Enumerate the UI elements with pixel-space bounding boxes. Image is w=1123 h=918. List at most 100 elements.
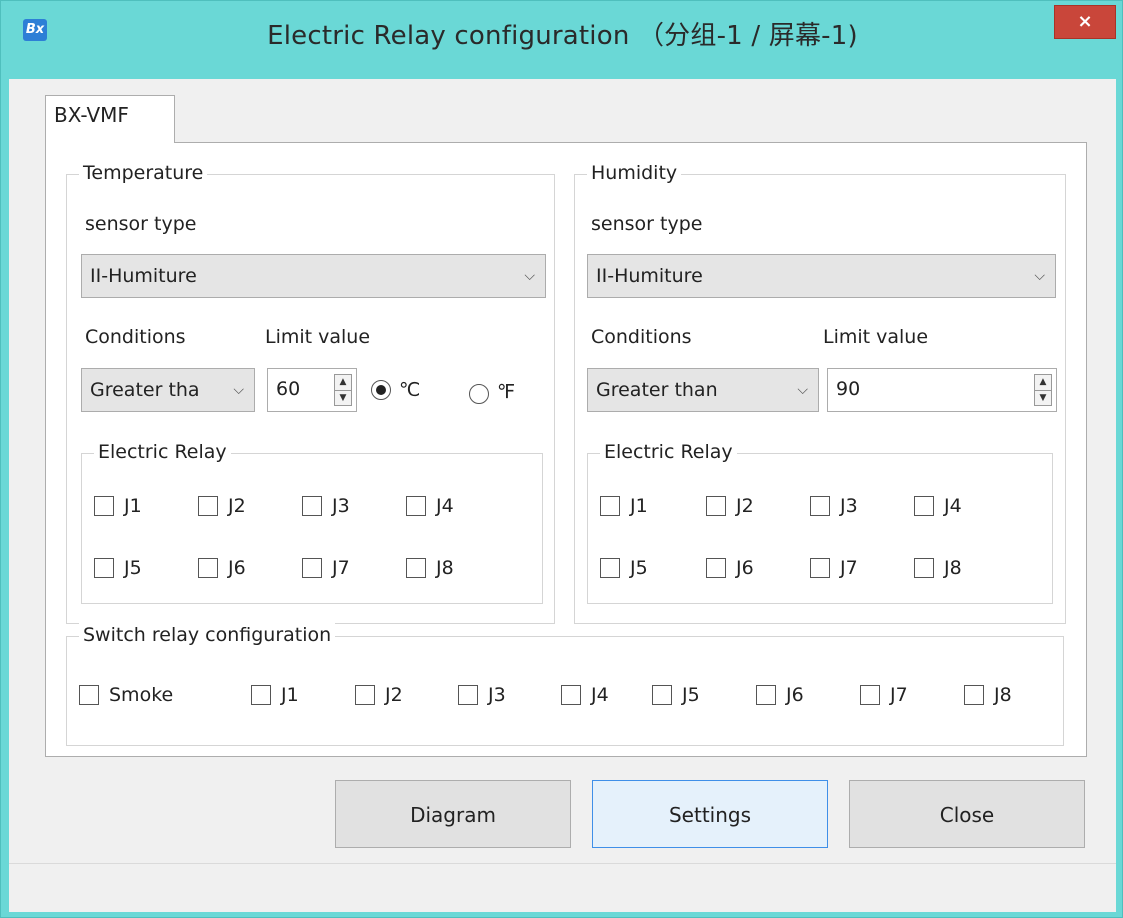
checkbox-box[interactable] [458, 685, 478, 705]
checkbox-box[interactable] [914, 558, 934, 578]
temp-relay-j3-checkbox[interactable]: J3 [302, 494, 350, 518]
temp-relay-j1-checkbox[interactable]: J1 [94, 494, 142, 518]
checkbox-box[interactable] [302, 558, 322, 578]
temp-conditions-select[interactable]: Greater tha ⌵ [81, 368, 255, 412]
temperature-group-title: Temperature [79, 160, 208, 186]
checkbox-box[interactable] [652, 685, 672, 705]
switch-j6-checkbox[interactable]: J6 [756, 683, 804, 707]
checkbox-box[interactable] [406, 558, 426, 578]
hum-relay-j8-checkbox[interactable]: J8 [914, 556, 962, 580]
hum-relay-group: Electric Relay J1 J2 J3 J4 J5 J6 J7 J8 [587, 439, 1053, 604]
checkbox-label: J4 [436, 495, 454, 517]
switch-j2-checkbox[interactable]: J2 [355, 683, 403, 707]
title-bar[interactable]: Bx Electric Relay configuration （分组-1 / … [1, 1, 1123, 79]
hum-relay-j4-checkbox[interactable]: J4 [914, 494, 962, 518]
close-window-button[interactable]: × [1054, 5, 1116, 39]
checkbox-box[interactable] [198, 558, 218, 578]
checkbox-box[interactable] [561, 685, 581, 705]
hum-conditions-select[interactable]: Greater than ⌵ [587, 368, 819, 412]
celsius-radio[interactable] [371, 380, 391, 400]
window-title: Electric Relay configuration （分组-1 / 屏幕-… [267, 21, 858, 51]
spin-down-icon[interactable]: ▼ [1035, 390, 1051, 406]
hum-relay-j2-checkbox[interactable]: J2 [706, 494, 754, 518]
temp-sensor-type-select[interactable]: II-Humiture ⌵ [81, 254, 546, 298]
temp-sensor-type-value: II-Humiture [90, 265, 197, 287]
temp-limit-spinbox[interactable]: 60 ▲ ▼ [267, 368, 357, 412]
switch-j8-checkbox[interactable]: J8 [964, 683, 1012, 707]
hum-limit-spinbox[interactable]: 90 ▲ ▼ [827, 368, 1057, 412]
temp-relay-j6-checkbox[interactable]: J6 [198, 556, 246, 580]
hum-relay-j7-checkbox[interactable]: J7 [810, 556, 858, 580]
checkbox-box[interactable] [198, 496, 218, 516]
settings-button[interactable]: Settings [592, 780, 828, 848]
temp-relay-j8-checkbox[interactable]: J8 [406, 556, 454, 580]
dialog-window: Bx Electric Relay configuration （分组-1 / … [0, 0, 1123, 918]
checkbox-box[interactable] [964, 685, 984, 705]
temperature-group: Temperature sensor type II-Humiture ⌵ Co… [66, 160, 555, 624]
spin-up-icon[interactable]: ▲ [335, 375, 351, 390]
tab-bx-vmf[interactable]: BX-VMF [45, 95, 175, 143]
checkbox-label: J2 [385, 684, 403, 706]
switch-relay-group-title: Switch relay configuration [79, 622, 336, 648]
hum-sensor-type-select[interactable]: II-Humiture ⌵ [587, 254, 1056, 298]
hum-conditions-label: Conditions [591, 326, 692, 348]
checkbox-label: J8 [944, 557, 962, 579]
switch-j4-checkbox[interactable]: J4 [561, 683, 609, 707]
checkbox-box[interactable] [706, 558, 726, 578]
spin-up-icon[interactable]: ▲ [1035, 375, 1051, 390]
checkbox-box[interactable] [914, 496, 934, 516]
checkbox-label: J6 [736, 557, 754, 579]
hum-relay-j5-checkbox[interactable]: J5 [600, 556, 648, 580]
hum-relay-j1-checkbox[interactable]: J1 [600, 494, 648, 518]
hum-limit-value: 90 [836, 378, 861, 400]
temp-limit-label: Limit value [265, 326, 371, 348]
checkbox-box[interactable] [94, 496, 114, 516]
hum-relay-group-title: Electric Relay [600, 439, 737, 465]
temp-limit-stepper[interactable]: ▲ ▼ [334, 374, 352, 406]
hum-relay-j6-checkbox[interactable]: J6 [706, 556, 754, 580]
checkbox-label: J3 [840, 495, 858, 517]
temp-sensor-type-label: sensor type [85, 213, 197, 235]
checkbox-box[interactable] [600, 496, 620, 516]
diagram-button[interactable]: Diagram [335, 780, 571, 848]
checkbox-box[interactable] [706, 496, 726, 516]
hum-limit-stepper[interactable]: ▲ ▼ [1034, 374, 1052, 406]
status-bar [9, 863, 1116, 912]
switch-j7-checkbox[interactable]: J7 [860, 683, 908, 707]
close-button[interactable]: Close [849, 780, 1085, 848]
temp-relay-j4-checkbox[interactable]: J4 [406, 494, 454, 518]
dialog-client-area: BX-VMF Temperature sensor type II-Humitu… [9, 79, 1116, 912]
checkbox-box[interactable] [79, 685, 99, 705]
checkbox-box[interactable] [600, 558, 620, 578]
checkbox-box[interactable] [302, 496, 322, 516]
checkbox-box[interactable] [756, 685, 776, 705]
checkbox-label: J3 [332, 495, 350, 517]
temp-relay-j5-checkbox[interactable]: J5 [94, 556, 142, 580]
switch-smoke-checkbox[interactable]: Smoke [79, 683, 173, 707]
temp-relay-j7-checkbox[interactable]: J7 [302, 556, 350, 580]
checkbox-box[interactable] [810, 496, 830, 516]
fahrenheit-radio[interactable] [469, 384, 489, 404]
checkbox-box[interactable] [355, 685, 375, 705]
checkbox-label: J4 [591, 684, 609, 706]
checkbox-label: J5 [124, 557, 142, 579]
temp-conditions-label: Conditions [85, 326, 186, 348]
switch-j5-checkbox[interactable]: J5 [652, 683, 700, 707]
checkbox-label: J3 [488, 684, 506, 706]
checkbox-box[interactable] [94, 558, 114, 578]
checkbox-box[interactable] [251, 685, 271, 705]
hum-relay-j3-checkbox[interactable]: J3 [810, 494, 858, 518]
temp-relay-j2-checkbox[interactable]: J2 [198, 494, 246, 518]
spin-down-icon[interactable]: ▼ [335, 390, 351, 406]
checkbox-label: J1 [630, 495, 648, 517]
checkbox-label: J7 [332, 557, 350, 579]
chevron-down-icon: ⌵ [233, 382, 244, 398]
checkbox-box[interactable] [406, 496, 426, 516]
switch-j1-checkbox[interactable]: J1 [251, 683, 299, 707]
checkbox-box[interactable] [860, 685, 880, 705]
checkbox-box[interactable] [810, 558, 830, 578]
checkbox-label: J7 [890, 684, 908, 706]
checkbox-label: J8 [436, 557, 454, 579]
switch-j3-checkbox[interactable]: J3 [458, 683, 506, 707]
humidity-group-title: Humidity [587, 160, 682, 186]
